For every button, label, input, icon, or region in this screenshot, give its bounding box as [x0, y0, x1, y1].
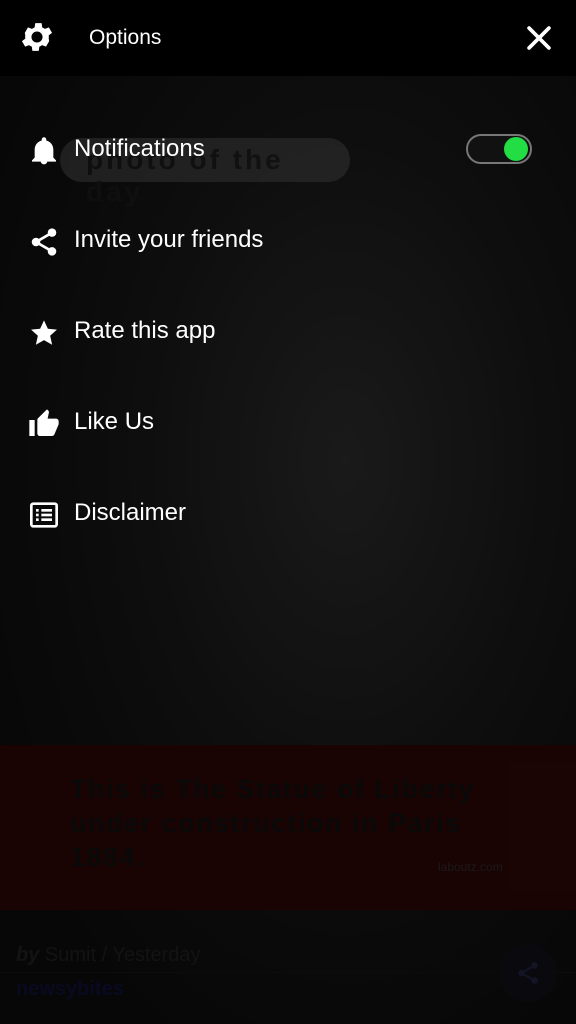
- notifications-toggle[interactable]: [466, 134, 532, 164]
- byline-text: Sumit / Yesterday: [44, 944, 201, 966]
- toggle-knob: [504, 137, 528, 161]
- menu-item-invite-friends[interactable]: Invite your friends: [0, 211, 576, 271]
- thumbs-up-icon: [29, 409, 59, 436]
- byline-prefix: by: [16, 944, 40, 966]
- source-name: newsybites: [16, 978, 124, 1000]
- share-icon: [31, 228, 57, 256]
- menu-item-label: Notifications: [74, 135, 205, 162]
- page-title: Options: [89, 26, 162, 49]
- menu-item-label: Rate this app: [74, 317, 216, 344]
- gear-icon: [21, 23, 53, 51]
- divider: [0, 972, 576, 973]
- byline: by Sumit / Yesterday: [16, 944, 201, 967]
- list-icon: [30, 502, 58, 528]
- star-icon: [31, 320, 57, 345]
- menu-item-like-us[interactable]: Like Us: [0, 393, 576, 453]
- menu-item-label: Invite your friends: [74, 226, 264, 253]
- menu-item-rate-app[interactable]: Rate this app: [0, 302, 576, 362]
- share-fab: [499, 944, 557, 1002]
- photo-credit: laboutz.com: [438, 860, 503, 874]
- photo-caption: This is The Statue of Liberty under cons…: [70, 774, 476, 872]
- menu-item-label: Disclaimer: [74, 499, 187, 526]
- share-icon: [518, 962, 538, 984]
- caption-banner: [0, 745, 576, 910]
- close-icon[interactable]: [522, 21, 556, 55]
- options-header: Options: [0, 0, 576, 76]
- menu-item-disclaimer[interactable]: Disclaimer: [0, 484, 576, 544]
- menu-item-label: Like Us: [74, 408, 155, 435]
- bell-icon: [32, 137, 56, 165]
